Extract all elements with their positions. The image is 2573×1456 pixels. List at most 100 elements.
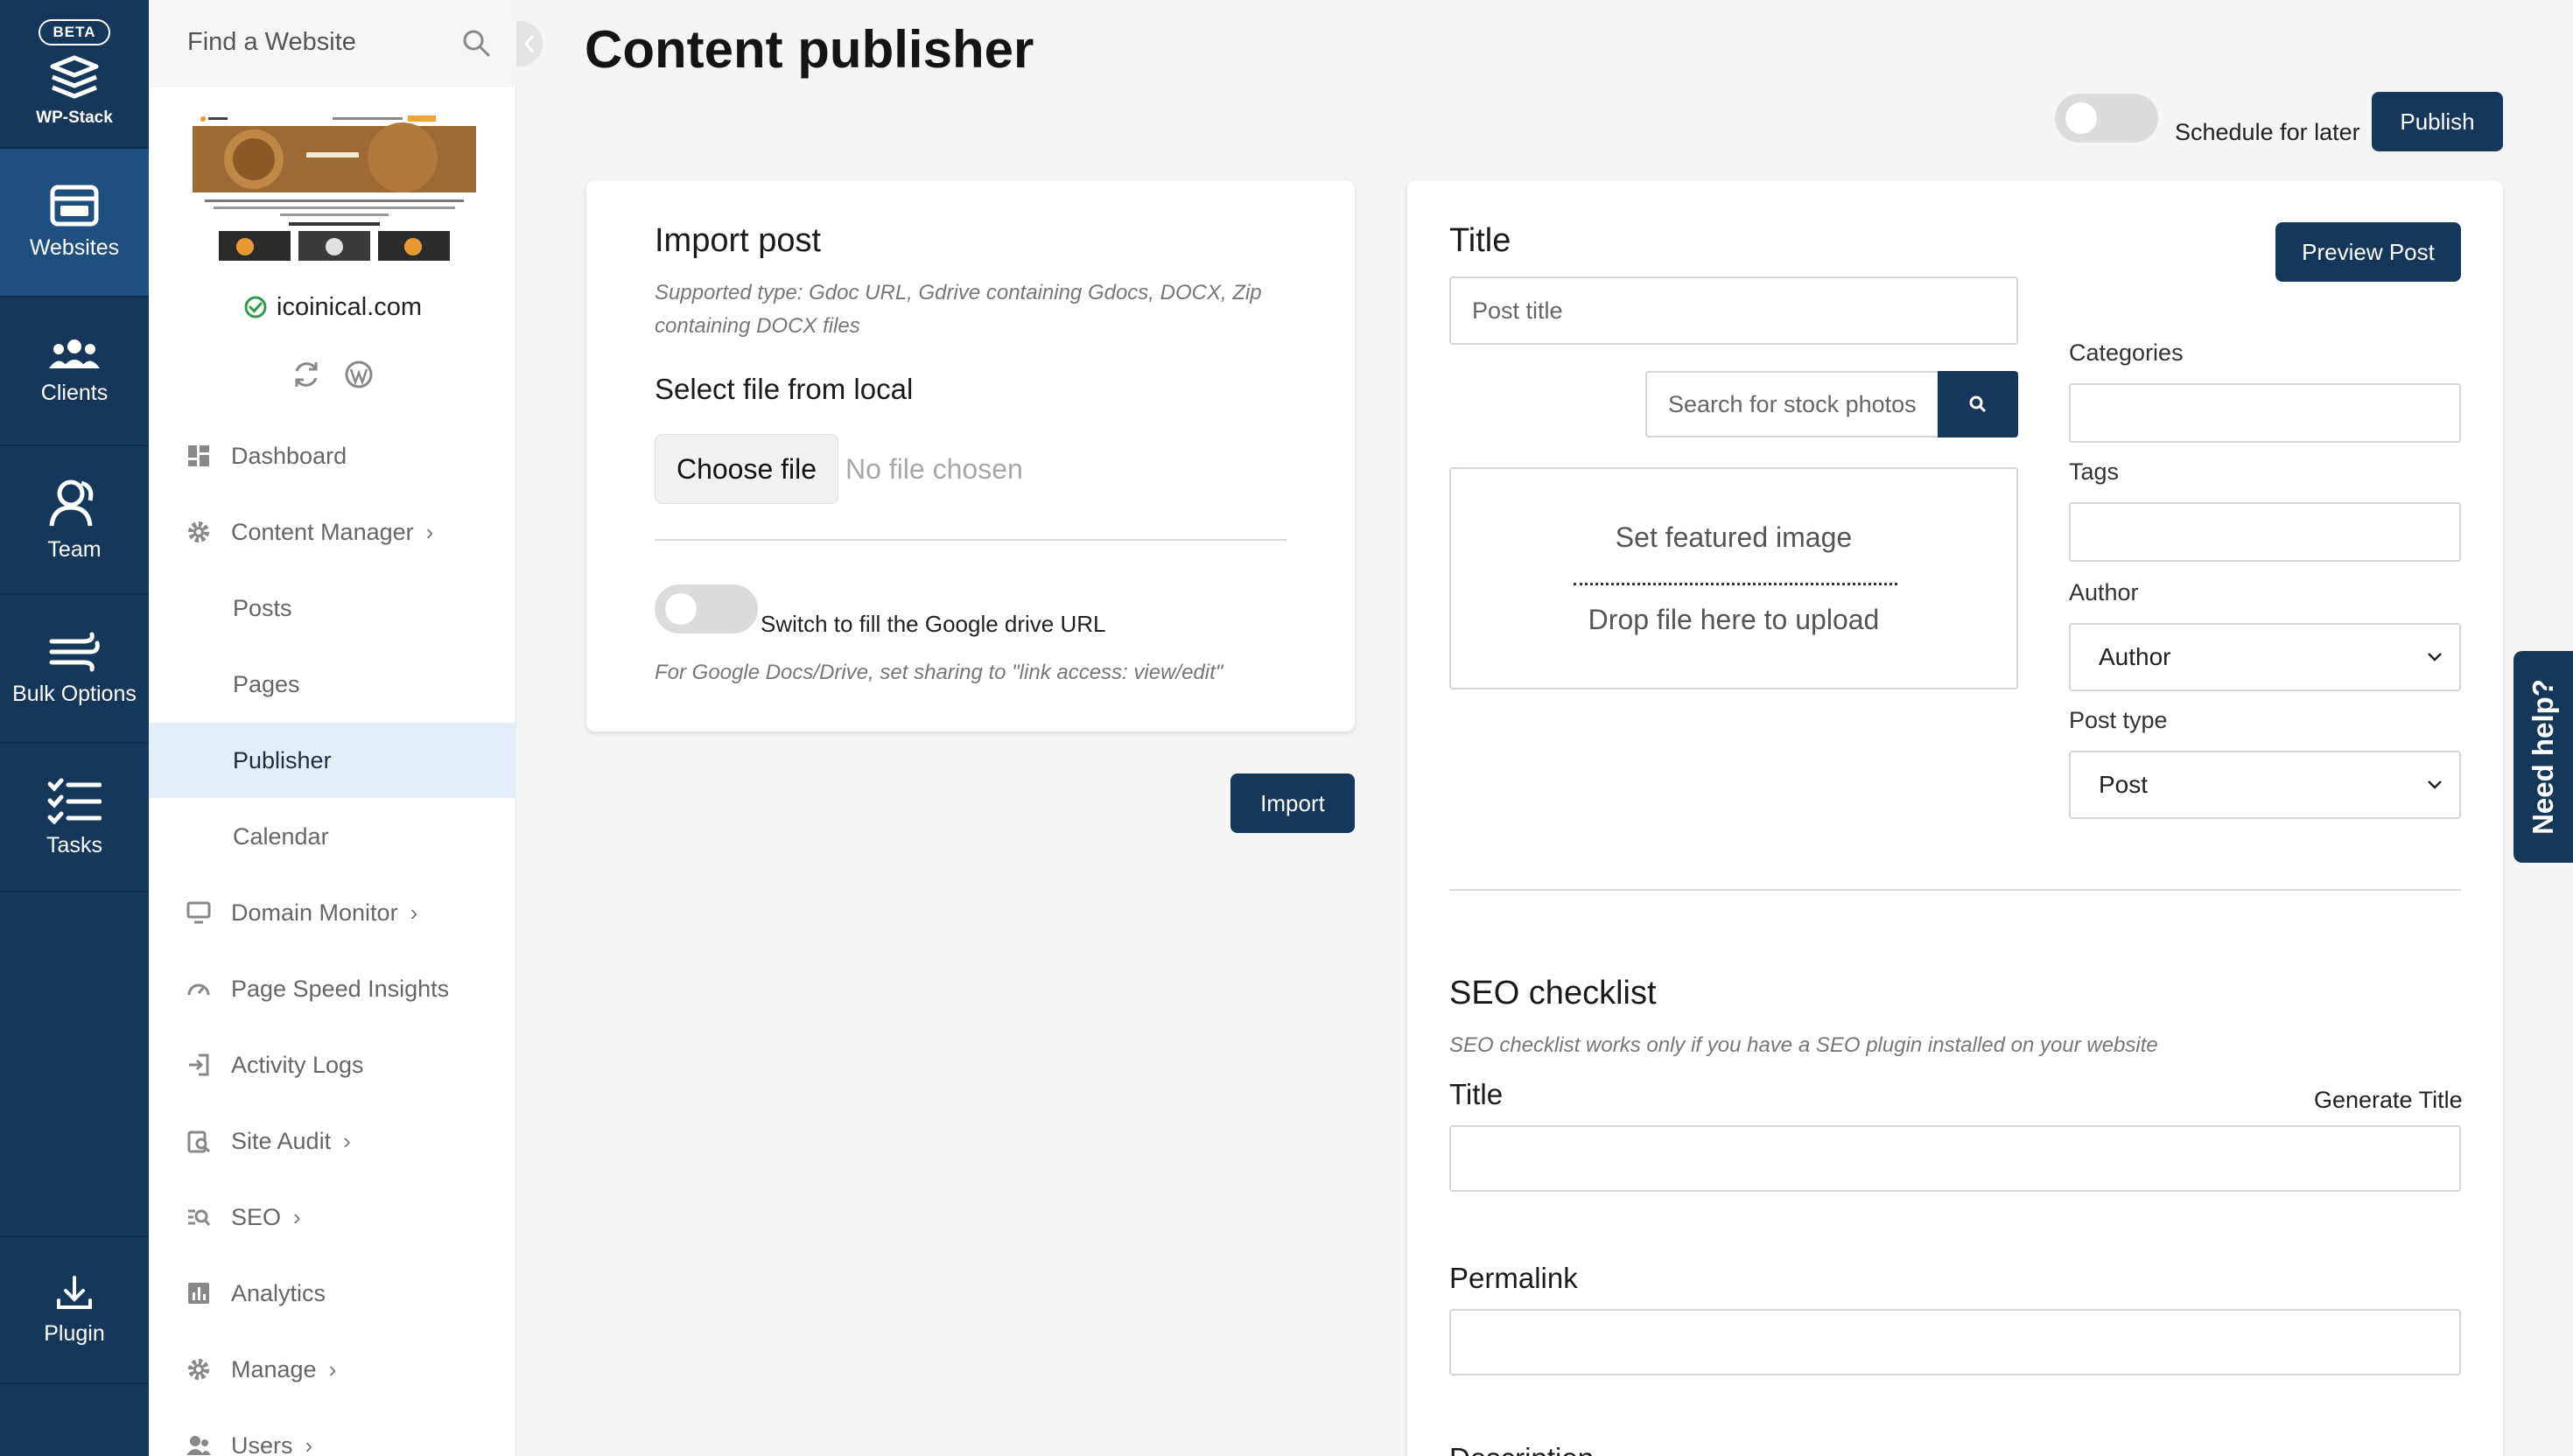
stock-photo-search-input[interactable]: Search for stock photos [1645, 371, 1939, 438]
wp-stack-logo-icon [50, 55, 99, 99]
menu-label: Activity Logs [231, 1051, 364, 1078]
dotted-divider [1574, 583, 1897, 585]
chevron-right-icon: › [305, 1432, 313, 1456]
chevron-right-icon: › [425, 518, 434, 545]
collapse-sidebar-button[interactable] [516, 21, 543, 66]
seo-search-icon [186, 1204, 212, 1230]
supported-types-line: Supported type: Gdoc URL, Gdrive contain… [655, 281, 1262, 304]
set-featured-image-label[interactable]: Set featured image [1451, 522, 2016, 554]
preview-post-button[interactable]: Preview Post [2275, 222, 2461, 282]
menu-item-content-manager[interactable]: Content Manager › [149, 494, 516, 570]
site-name[interactable]: icoinical.com [277, 293, 422, 321]
app-rail: BETA WP-Stack Websites Clients Team Bulk… [0, 0, 149, 1456]
team-icon [49, 480, 94, 526]
need-help-label: Need help? [2527, 679, 2560, 835]
menu-label: Calendar [233, 822, 329, 850]
menu-item-site-audit[interactable]: Site Audit › [149, 1103, 516, 1179]
supported-types-line: containing DOCX files [655, 314, 860, 338]
rail-item-plugin[interactable]: Plugin [0, 1236, 149, 1384]
page-title: Content publisher [585, 20, 1034, 79]
author-select-value: Author [2099, 643, 2171, 670]
chevron-down-icon [2428, 780, 2442, 789]
toggle-knob [2065, 102, 2097, 134]
categories-input[interactable] [2069, 383, 2461, 443]
site-tools [291, 359, 375, 390]
gear-icon [186, 1356, 212, 1382]
categories-label: Categories [2069, 340, 2184, 366]
menu-label: Users [231, 1432, 293, 1456]
menu-item-users[interactable]: Users › [149, 1408, 516, 1456]
chevron-down-icon [2428, 653, 2442, 662]
menu-item-activity-logs[interactable]: Activity Logs [149, 1027, 516, 1102]
publish-button[interactable]: Publish [2372, 92, 2503, 151]
website-thumbnail[interactable] [193, 114, 476, 264]
wordpress-icon[interactable] [343, 359, 375, 390]
menu-item-dashboard[interactable]: Dashboard [149, 418, 516, 494]
google-drive-toggle[interactable] [655, 584, 758, 634]
post-title-heading: Title [1449, 222, 1511, 259]
website-thumbnail-image [193, 114, 476, 261]
author-select[interactable]: Author [2069, 623, 2461, 691]
menu-item-page-speed-insights[interactable]: Page Speed Insights [149, 951, 516, 1026]
menu-item-pages[interactable]: Pages [149, 647, 516, 722]
menu-label-with-chevron: Manage › [231, 1356, 336, 1383]
featured-image-dropzone[interactable]: Set featured image Drop file here to upl… [1449, 467, 2018, 690]
chevron-left-icon [523, 35, 535, 52]
menu-item-calendar[interactable]: Calendar [149, 799, 516, 874]
chevron-right-icon: › [410, 899, 418, 926]
menu-item-analytics[interactable]: Analytics [149, 1256, 516, 1331]
rail-item-tasks[interactable]: Tasks [0, 744, 149, 892]
menu-label: Analytics [231, 1279, 326, 1306]
no-file-chosen-text: No file chosen [845, 453, 1023, 485]
rail-item-bulk-options[interactable]: Bulk Options [0, 595, 149, 744]
rail-label-bulk-options: Bulk Options [12, 681, 137, 706]
rail-item-team[interactable]: Team [0, 446, 149, 595]
menu-item-domain-monitor[interactable]: Domain Monitor › [149, 875, 516, 950]
menu-item-manage[interactable]: Manage › [149, 1332, 516, 1407]
search-icon[interactable] [461, 28, 491, 58]
tags-input[interactable] [2069, 502, 2461, 562]
supported-types-hint: Supported type: Gdoc URL, Gdrive contain… [655, 276, 1262, 343]
google-drive-hint: For Google Docs/Drive, set sharing to "l… [655, 661, 1223, 684]
monitor-icon [186, 900, 212, 926]
rail-label-clients: Clients [40, 380, 109, 405]
post-type-select[interactable]: Post [2069, 751, 2461, 819]
need-help-tab[interactable]: Need help? [2513, 651, 2573, 863]
analytics-chart-icon [186, 1280, 212, 1306]
menu-label: Dashboard [231, 442, 347, 469]
choose-file-button[interactable]: Choose file [655, 434, 838, 504]
brand-logo[interactable]: BETA WP-Stack [0, 0, 149, 149]
menu-item-publisher[interactable]: Publisher [149, 723, 516, 798]
menu-item-seo[interactable]: SEO › [149, 1180, 516, 1255]
permalink-label: Permalink [1449, 1262, 1578, 1294]
import-button[interactable]: Import [1230, 774, 1355, 833]
rail-item-websites[interactable]: Websites [0, 149, 149, 298]
menu-label-with-chevron: Domain Monitor › [231, 900, 417, 927]
post-title-input[interactable]: Post title [1449, 276, 2018, 345]
post-type-label: Post type [2069, 707, 2168, 733]
menu-label-with-chevron: Content Manager › [231, 519, 433, 546]
menu-label: SEO [231, 1203, 282, 1230]
select-file-label: Select file from local [655, 373, 914, 405]
generate-title-button[interactable]: Generate Title [2314, 1087, 2463, 1114]
seo-checklist-heading: SEO checklist [1449, 975, 1657, 1012]
dashboard-icon [186, 443, 212, 469]
website-sidebar: Find a Website icoinical.com Dashboard C… [149, 0, 516, 1456]
toggle-knob [665, 593, 697, 625]
find-website-search[interactable]: Find a Website [149, 0, 516, 88]
tags-label: Tags [2069, 458, 2120, 485]
stock-photo-search-button[interactable] [1938, 371, 2018, 438]
permalink-input[interactable] [1449, 1309, 2461, 1376]
seo-title-label: Title [1449, 1078, 1504, 1110]
author-label: Author [2069, 579, 2139, 606]
divider [1449, 889, 2461, 891]
find-website-input[interactable]: Find a Website [187, 28, 356, 57]
tasks-icon [47, 778, 102, 824]
menu-item-posts[interactable]: Posts [149, 570, 516, 646]
rail-item-clients[interactable]: Clients [0, 298, 149, 446]
schedule-toggle[interactable] [2055, 94, 2158, 143]
seo-checklist-hint: SEO checklist works only if you have a S… [1449, 1033, 2158, 1057]
refresh-icon[interactable] [291, 359, 322, 390]
seo-title-input[interactable] [1449, 1125, 2461, 1192]
users-icon [186, 1432, 212, 1456]
